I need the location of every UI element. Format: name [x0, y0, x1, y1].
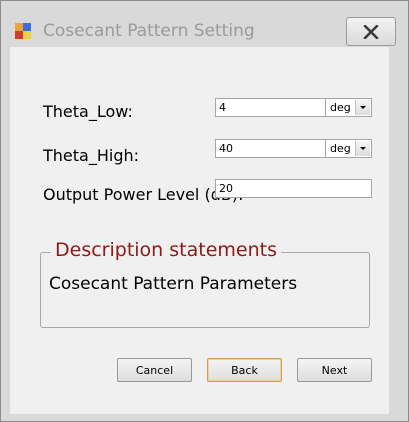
description-legend: Description statements [51, 239, 281, 261]
dropdown-arrow-icon[interactable] [355, 141, 370, 156]
theta-low-unit-select[interactable]: deg [325, 98, 372, 117]
theta-high-label: Theta_High: [43, 146, 139, 165]
title-bar: Cosecant Pattern Setting [1, 1, 408, 46]
theta-high-input[interactable]: 40 [215, 139, 326, 158]
window-title: Cosecant Pattern Setting [43, 21, 255, 41]
output-power-label: Output Power Level (dB): [43, 185, 244, 204]
theta-low-unit-value: deg [330, 101, 351, 114]
output-power-input[interactable]: 20 [215, 179, 372, 198]
theta-high-unit-select[interactable]: deg [325, 139, 372, 158]
description-text: Cosecant Pattern Parameters [49, 274, 298, 294]
close-button[interactable] [346, 17, 396, 46]
cancel-button[interactable]: Cancel [117, 358, 192, 382]
back-button[interactable]: Back [207, 358, 282, 382]
dialog-content: Theta_Low: 4 deg Theta_High: 40 deg Outp… [10, 47, 389, 414]
app-icon [15, 23, 37, 39]
theta-low-input[interactable]: 4 [215, 98, 326, 117]
dropdown-arrow-icon[interactable] [355, 100, 370, 115]
close-icon [363, 24, 379, 39]
next-button[interactable]: Next [297, 358, 372, 382]
theta-low-label: Theta_Low: [43, 102, 133, 121]
description-group: Description statements Cosecant Pattern … [40, 239, 370, 328]
dialog-window: Cosecant Pattern Setting Theta_Low: 4 de… [0, 0, 409, 422]
theta-high-unit-value: deg [330, 142, 351, 155]
